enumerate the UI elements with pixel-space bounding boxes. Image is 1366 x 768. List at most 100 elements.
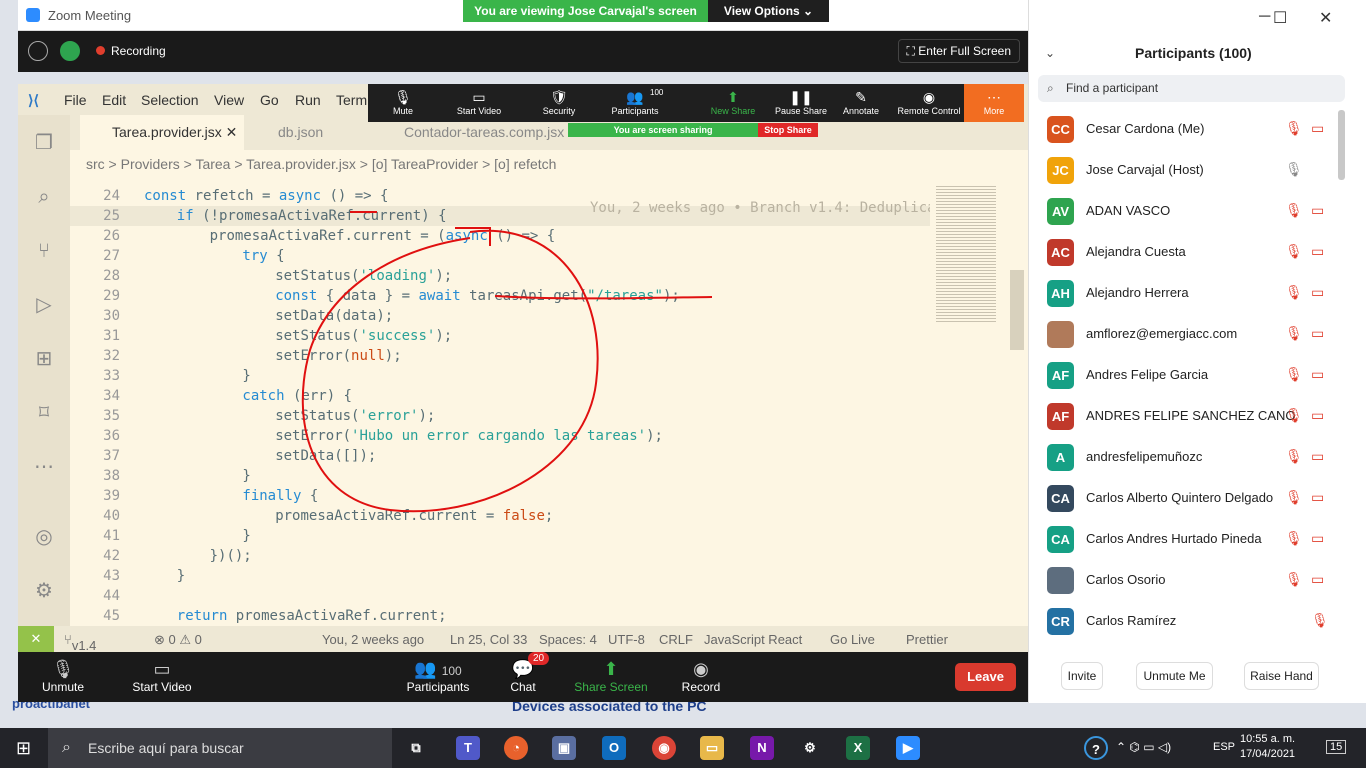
- share-toolbar-annotate-button[interactable]: ✎ Annotate: [826, 88, 896, 116]
- menu-run[interactable]: Run: [295, 92, 321, 108]
- code-line[interactable]: 42})();: [70, 546, 930, 566]
- info-icon[interactable]: [28, 41, 48, 61]
- code-line[interactable]: 36 setError('Hubo un error cargando las t…: [70, 426, 930, 446]
- code-line[interactable]: 40 promesaActivaRef.current = false;: [70, 506, 930, 526]
- chrome-icon[interactable]: ◉: [652, 736, 676, 760]
- participant-row[interactable]: CR Carlos Ramírez 🎙: [1029, 600, 1349, 641]
- code-line[interactable]: 41}: [70, 526, 930, 546]
- code-line[interactable]: 33}: [70, 366, 930, 386]
- participant-search-input[interactable]: ⌕ Find a participant: [1038, 75, 1345, 102]
- indent-status[interactable]: Spaces: 4: [539, 632, 597, 647]
- remote-desktop-icon[interactable]: ▣: [552, 736, 576, 760]
- tab-db-json[interactable]: db.json: [246, 115, 370, 150]
- code-line[interactable]: 32 setError(null);: [70, 346, 930, 366]
- encoding-status[interactable]: UTF-8: [608, 632, 645, 647]
- code-line[interactable]: 26 promesaActivaRef.current = (async () =…: [70, 226, 930, 246]
- zoom-icon[interactable]: ▶: [896, 736, 920, 760]
- more-icon[interactable]: ⋯: [32, 455, 56, 479]
- code-line[interactable]: 34 catch (err) {: [70, 386, 930, 406]
- raise-hand-button[interactable]: Raise Hand: [1244, 662, 1319, 690]
- participant-row[interactable]: Carlos Osorio 🎙 ▭: [1029, 559, 1349, 600]
- maximize-icon[interactable]: ☐: [1273, 8, 1287, 28]
- branch-status[interactable]: ⑂ v1.4: [64, 632, 96, 653]
- share-toolbar-remote-control-button[interactable]: ◉ Remote Control: [894, 88, 964, 116]
- scrollbar-thumb[interactable]: [1010, 270, 1024, 350]
- minimap[interactable]: [930, 180, 1024, 626]
- account-icon[interactable]: ◎: [32, 525, 56, 549]
- code-line[interactable]: 28 setStatus('loading');: [70, 266, 930, 286]
- code-line[interactable]: 37 setData([]);: [70, 446, 930, 466]
- participant-row[interactable]: AF ANDRES FELIPE SANCHEZ CANO 🎙 ▭: [1029, 395, 1349, 436]
- unmute-button[interactable]: 🎙 Unmute: [40, 658, 86, 694]
- menu-go[interactable]: Go: [260, 92, 279, 108]
- unmute-me-button[interactable]: Unmute Me: [1136, 662, 1213, 690]
- participant-row[interactable]: AF Andres Felipe Garcia 🎙 ▭: [1029, 354, 1349, 395]
- onenote-icon[interactable]: N: [750, 736, 774, 760]
- leave-button[interactable]: Leave: [955, 663, 1016, 691]
- teams-icon[interactable]: T: [456, 736, 480, 760]
- participants-button[interactable]: 👥 100 Participants: [402, 658, 474, 694]
- menu-view[interactable]: View: [214, 92, 244, 108]
- cursor-position[interactable]: Ln 25, Col 33: [450, 632, 527, 647]
- share-toolbar-more-button[interactable]: ⋯ More: [964, 84, 1024, 122]
- participant-row[interactable]: amflorez@emergiacc.com 🎙 ▭: [1029, 313, 1349, 354]
- problems-status[interactable]: ⊗ 0 ⚠ 0: [154, 632, 202, 648]
- bookmark-icon[interactable]: ⌑: [32, 401, 56, 425]
- view-options-button[interactable]: View Options ⌄: [708, 0, 829, 22]
- participant-row[interactable]: AC Alejandra Cuesta 🎙 ▭: [1029, 231, 1349, 272]
- notifications-icon[interactable]: 15: [1326, 740, 1347, 754]
- outlook-icon[interactable]: O: [602, 736, 626, 760]
- run-debug-icon[interactable]: ▷: [32, 293, 56, 317]
- start-video-button[interactable]: ▭ Start Video: [122, 658, 202, 694]
- help-icon[interactable]: ?: [1084, 736, 1108, 760]
- collapse-chevron-icon[interactable]: ⌄: [1045, 46, 1055, 60]
- code-line[interactable]: 27 try {: [70, 246, 930, 266]
- code-line[interactable]: 38}: [70, 466, 930, 486]
- code-line[interactable]: 35 setStatus('error');: [70, 406, 930, 426]
- record-button[interactable]: ◉ Record: [680, 658, 722, 694]
- tray-icons[interactable]: ⌃ ⌬ ▭ ◁): [1116, 740, 1171, 754]
- excel-icon[interactable]: X: [846, 736, 870, 760]
- share-toolbar-security-button[interactable]: 🛡 Security: [524, 88, 594, 116]
- scrollbar-thumb[interactable]: [1338, 110, 1345, 180]
- menu-edit[interactable]: Edit: [102, 92, 126, 108]
- language-indicator[interactable]: ESP: [1213, 741, 1235, 753]
- code-line[interactable]: 45 return promesaActivaRef.current;: [70, 606, 930, 626]
- minimize-icon[interactable]: ─: [1259, 8, 1270, 26]
- task-view-icon[interactable]: ⧉: [404, 736, 428, 760]
- breadcrumb[interactable]: src > Providers > Tarea > Tarea.provider…: [86, 156, 556, 172]
- code-editor[interactable]: 24 const refetch = async () => {25 if (!pr…: [70, 180, 930, 626]
- code-line[interactable]: 30 setData(data);: [70, 306, 930, 326]
- participant-row[interactable]: CC Cesar Cardona (Me) 🎙 ▭: [1029, 108, 1349, 149]
- stop-share-button[interactable]: Stop Share: [758, 123, 818, 137]
- share-toolbar-mute-button[interactable]: 🎙 Mute: [368, 88, 438, 116]
- participant-row[interactable]: AH Alejandro Herrera 🎙 ▭: [1029, 272, 1349, 313]
- taskbar-search[interactable]: ⌕ Escribe aquí para buscar: [48, 728, 392, 768]
- share-toolbar-start-video-button[interactable]: ▭ Start Video: [444, 88, 514, 116]
- participant-row[interactable]: Aandresfelipemuñozc 🎙 ▭: [1029, 436, 1349, 477]
- menu-terminal[interactable]: Term: [336, 92, 367, 108]
- invite-button[interactable]: Invite: [1061, 662, 1103, 690]
- tab-tarea-provider[interactable]: Tarea.provider.jsx ✕: [80, 115, 244, 150]
- firefox-icon[interactable]: ◔: [504, 736, 528, 760]
- taskbar-clock[interactable]: 10:55 a. m. 17/04/2021: [1240, 732, 1295, 762]
- menu-file[interactable]: File: [64, 92, 87, 108]
- settings-gear-icon[interactable]: ⚙: [798, 736, 822, 760]
- language-status[interactable]: JavaScript React: [704, 632, 802, 647]
- windows-start-icon[interactable]: ⊞: [16, 738, 31, 759]
- participant-row[interactable]: CA Carlos Andres Hurtado Pineda 🎙 ▭: [1029, 518, 1349, 559]
- shield-icon[interactable]: [60, 41, 80, 61]
- code-line[interactable]: 39 finally {: [70, 486, 930, 506]
- share-toolbar-new-share-button[interactable]: ⬆ New Share: [698, 88, 768, 116]
- code-line[interactable]: 44: [70, 586, 930, 606]
- fullscreen-button[interactable]: ⛶ Enter Full Screen: [897, 39, 1020, 63]
- share-screen-button[interactable]: ⬆ Share Screen: [574, 658, 648, 694]
- participant-row[interactable]: CA Carlos Alberto Quintero Delgado 🎙 ▭: [1029, 477, 1349, 518]
- recording-indicator[interactable]: Recording: [96, 44, 166, 58]
- eol-status[interactable]: CRLF: [659, 632, 693, 647]
- go-live-button[interactable]: Go Live: [830, 632, 875, 647]
- code-line[interactable]: 31 setStatus('success');: [70, 326, 930, 346]
- settings-gear-icon[interactable]: ⚙: [32, 579, 56, 603]
- code-line[interactable]: 29 const { data } = await tareasApi.get("…: [70, 286, 930, 306]
- close-icon[interactable]: ✕: [1319, 8, 1332, 28]
